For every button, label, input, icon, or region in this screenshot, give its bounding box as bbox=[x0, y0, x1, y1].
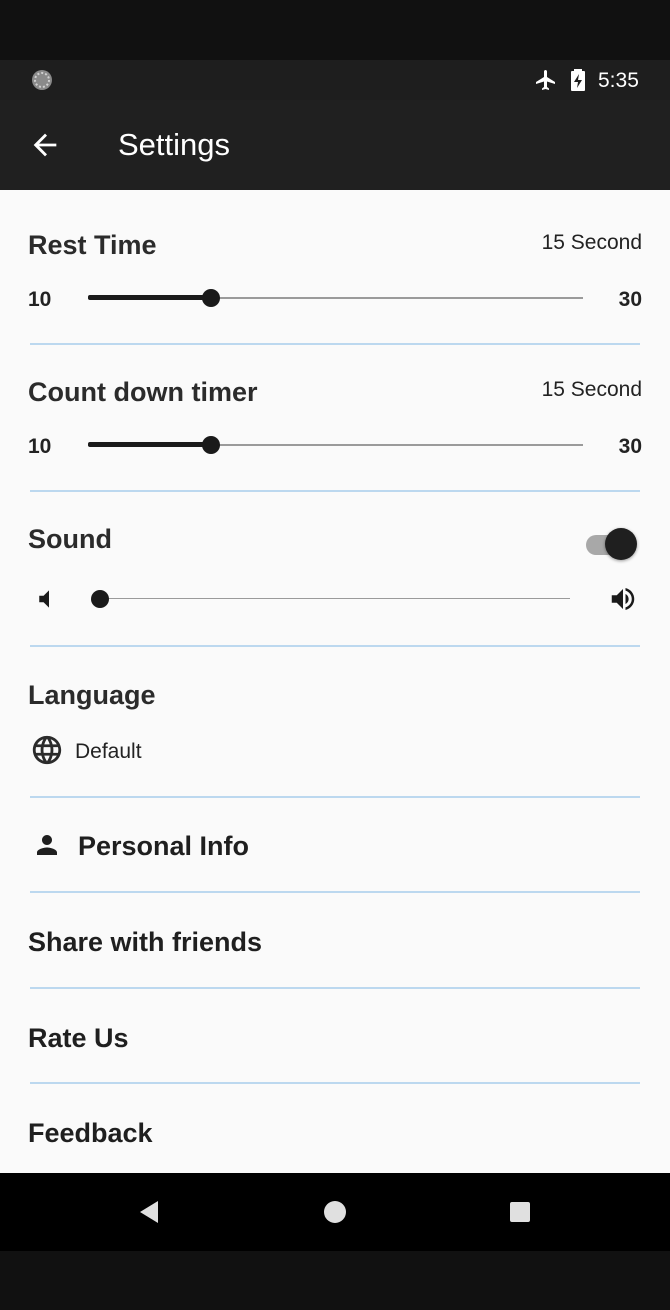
language-value[interactable]: Default bbox=[75, 740, 142, 764]
nav-back-icon[interactable] bbox=[136, 1198, 162, 1226]
sound-toggle[interactable] bbox=[586, 526, 640, 562]
rest-time-slider-fill bbox=[88, 295, 211, 300]
rest-time-min: 10 bbox=[28, 288, 52, 311]
divider bbox=[30, 490, 640, 492]
share-label: Share with friends bbox=[28, 927, 263, 957]
rest-time-slider-thumb[interactable] bbox=[202, 289, 220, 307]
divider bbox=[30, 645, 640, 647]
volume-low-icon bbox=[39, 590, 49, 608]
top-letterbox bbox=[0, 0, 670, 60]
feedback-label: Feedback bbox=[28, 1118, 153, 1148]
sound-label: Sound bbox=[28, 524, 112, 554]
airplane-mode-icon bbox=[536, 70, 555, 90]
volume-high-icon bbox=[611, 588, 635, 610]
language-label: Language bbox=[28, 680, 156, 710]
nav-home-icon[interactable] bbox=[322, 1199, 348, 1225]
countdown-value: 15 Second bbox=[541, 378, 642, 401]
rest-time-label: Rest Time bbox=[28, 230, 157, 260]
divider bbox=[30, 343, 640, 345]
countdown-min: 10 bbox=[28, 435, 52, 458]
sound-toggle-knob bbox=[605, 528, 637, 560]
countdown-slider-thumb[interactable] bbox=[202, 436, 220, 454]
feedback-row[interactable]: Feedback bbox=[0, 1084, 670, 1173]
countdown-slider-fill bbox=[88, 442, 211, 447]
clock: 5:35 bbox=[598, 69, 639, 92]
status-bar: 5:35 bbox=[0, 60, 670, 100]
app-bar: Settings bbox=[0, 100, 670, 190]
bottom-letterbox bbox=[0, 1251, 670, 1310]
arrow-back-icon[interactable] bbox=[28, 128, 62, 162]
globe-icon bbox=[32, 735, 62, 765]
notification-icon bbox=[32, 70, 52, 90]
rate-us-label: Rate Us bbox=[28, 1023, 129, 1053]
share-row[interactable]: Share with friends bbox=[0, 893, 670, 987]
volume-slider-track[interactable] bbox=[100, 598, 570, 599]
countdown-label: Count down timer bbox=[28, 377, 258, 407]
settings-list: Rest Time 15 Second 10 30 Count down tim… bbox=[0, 190, 670, 1173]
personal-info-label: Personal Info bbox=[78, 831, 250, 861]
nav-recents-icon[interactable] bbox=[508, 1200, 532, 1224]
rest-time-value: 15 Second bbox=[541, 231, 642, 254]
rate-us-row[interactable]: Rate Us bbox=[0, 989, 670, 1083]
personal-info-row[interactable]: Personal Info bbox=[0, 798, 670, 890]
rest-time-max: 30 bbox=[618, 288, 642, 311]
navigation-bar bbox=[0, 1173, 670, 1251]
volume-slider-thumb[interactable] bbox=[91, 590, 109, 608]
page-title: Settings bbox=[118, 127, 231, 162]
person-icon bbox=[37, 835, 57, 855]
battery-charging-icon bbox=[571, 69, 585, 91]
countdown-max: 30 bbox=[618, 435, 642, 458]
